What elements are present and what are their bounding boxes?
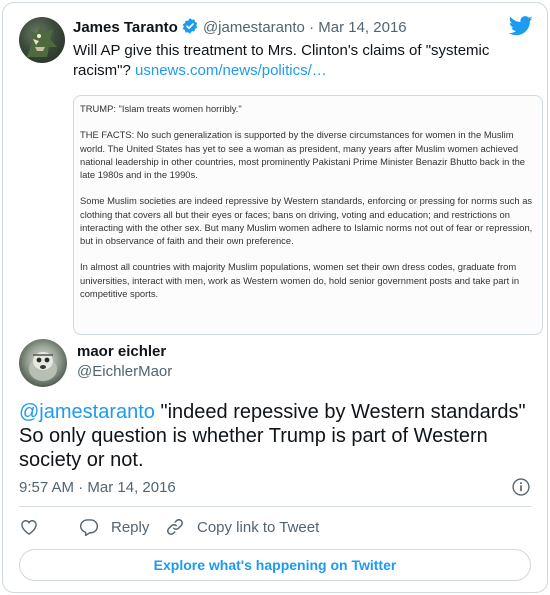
article-paragraph: Some Muslim societies are indeed repress… — [80, 195, 533, 246]
link-icon — [167, 519, 183, 535]
copy-link-label: Copy link to Tweet — [197, 518, 320, 536]
quoted-author-avatar[interactable] — [19, 17, 65, 63]
reply-button[interactable]: Reply — [79, 517, 149, 537]
article-paragraph: TRUMP: "Islam treats women horribly." — [80, 103, 242, 114]
mention-link[interactable]: @jamestaranto — [19, 401, 155, 423]
tweet-date[interactable]: Mar 14, 2016 — [87, 479, 175, 496]
tweet-time[interactable]: 9:57 AM — [19, 479, 74, 496]
explore-twitter-button[interactable]: Explore what's happening on Twitter — [19, 549, 531, 581]
reply-label: Reply — [111, 518, 150, 536]
quoted-author-name[interactable]: James Taranto — [73, 19, 178, 36]
article-paragraph: In almost all countries with majority Mu… — [80, 261, 520, 299]
reply-icon — [79, 519, 99, 537]
tweet-timestamp[interactable]: 9:57 AM · Mar 14, 2016 — [19, 479, 176, 496]
article-screenshot[interactable]: TRUMP: "Islam treats women horribly." TH… — [73, 95, 543, 335]
twitter-bird-icon[interactable] — [508, 15, 533, 42]
quoted-author-handle[interactable]: @jamestaranto — [203, 19, 305, 36]
tweet-text: @jamestaranto "indeed repessive by Weste… — [19, 400, 539, 472]
quoted-tweet-text: Will AP give this treatment to Mrs. Clin… — [73, 41, 513, 81]
divider — [19, 506, 531, 507]
quoted-tweet-date[interactable]: Mar 14, 2016 — [318, 19, 406, 36]
like-button[interactable] — [19, 517, 51, 537]
dot-separator: · — [78, 479, 84, 496]
verified-badge-icon — [181, 17, 199, 41]
heart-icon — [21, 520, 37, 535]
copy-link-button[interactable]: Copy link to Tweet — [165, 517, 319, 537]
tweet-author[interactable]: maor eichler @EichlerMaor — [19, 339, 519, 391]
dot-separator: · — [309, 19, 315, 36]
article-paragraph: THE FACTS: No such generalization is sup… — [80, 129, 526, 180]
author-avatar[interactable] — [19, 339, 67, 387]
author-handle[interactable]: @EichlerMaor — [77, 363, 172, 380]
author-name[interactable]: maor eichler — [77, 343, 166, 360]
tweet-embed-card: James Taranto @jamestaranto · Mar 14, 20… — [2, 2, 548, 593]
quoted-tweet[interactable]: James Taranto @jamestaranto · Mar 14, 20… — [15, 11, 543, 341]
quoted-tweet-header: James Taranto @jamestaranto · Mar 14, 20… — [73, 17, 407, 41]
info-icon[interactable] — [511, 477, 531, 502]
quoted-tweet-link[interactable]: usnews.com/news/politics/… — [135, 62, 327, 79]
